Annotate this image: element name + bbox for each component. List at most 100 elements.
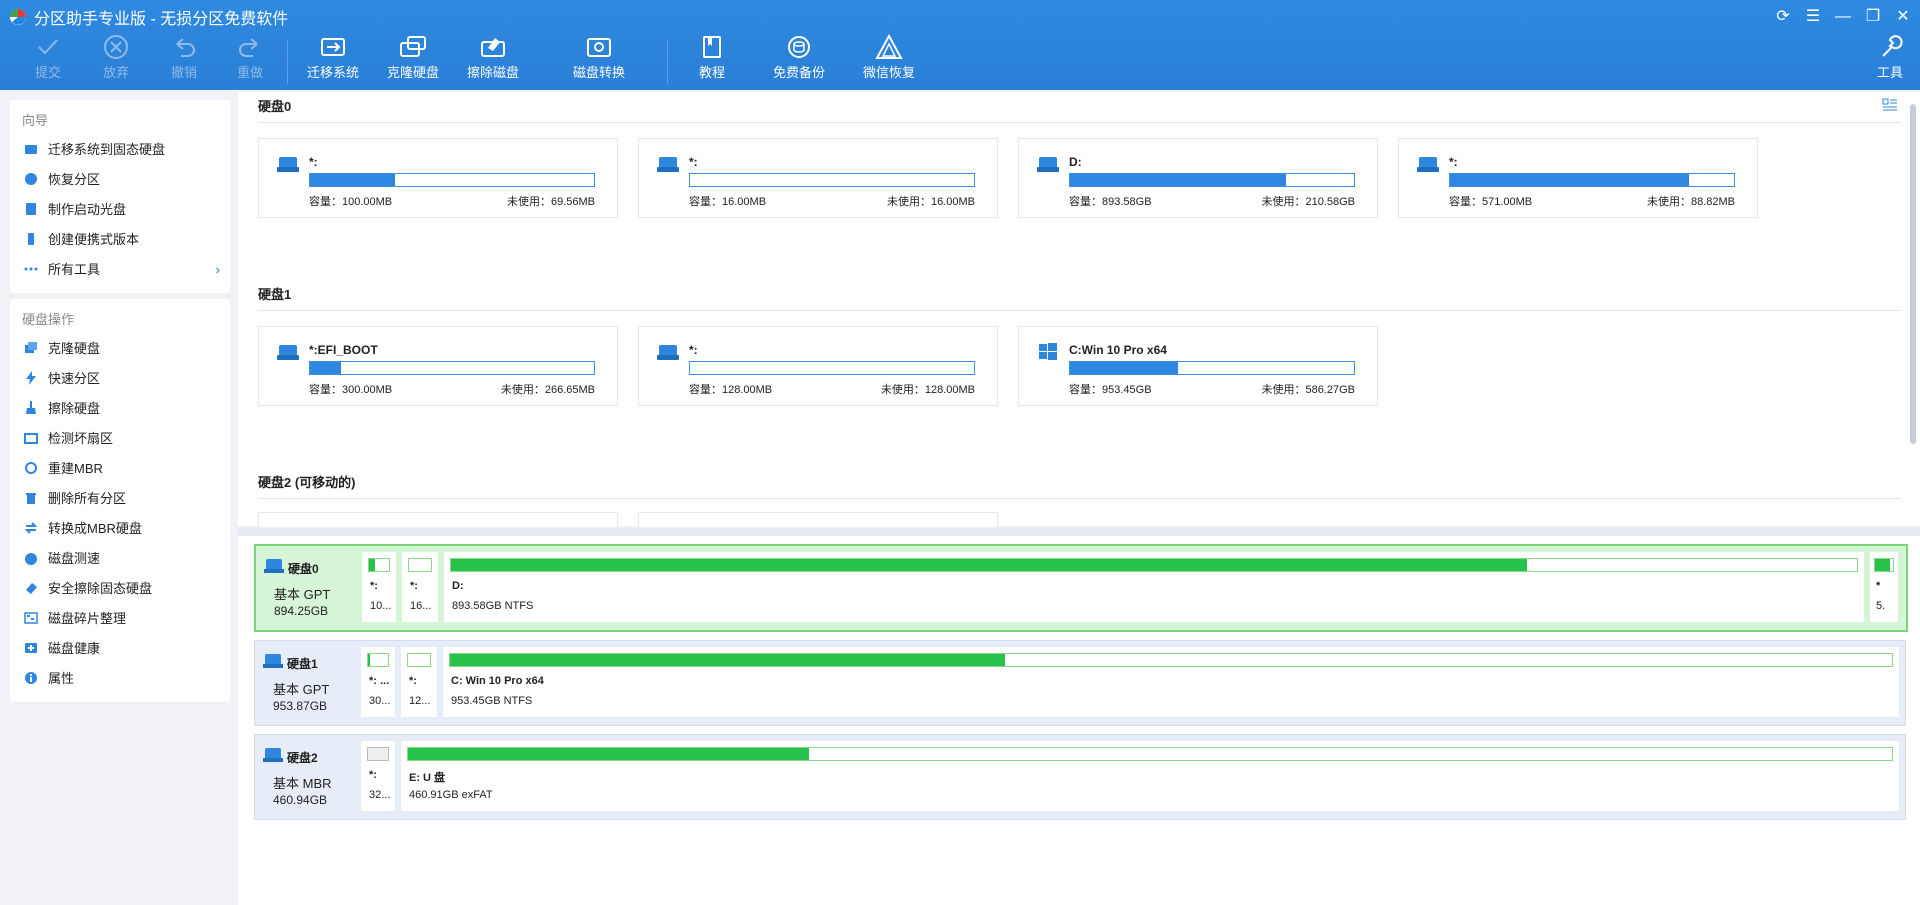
sidebar-item-label: 属性 — [48, 671, 75, 686]
partition-segment[interactable]: *: 10... — [362, 552, 396, 622]
disk-info: 硬盘2 基本 MBR 460.94GB — [263, 743, 353, 813]
sidebar-item-label: 制作启动光盘 — [48, 202, 127, 217]
sidebar-item-boot-disc[interactable]: 制作启动光盘 — [10, 195, 230, 225]
window-title: 分区助手专业版 - 无损分区免费软件 — [34, 11, 289, 28]
migrate-label: 迁移系统 — [306, 65, 359, 80]
restore-button[interactable]: ❐ — [1860, 6, 1886, 28]
unused-text: 未使用：88.82MB — [1646, 196, 1735, 208]
partition-name: *: — [309, 155, 318, 169]
segment-info: 460.91GB exFAT — [409, 789, 493, 801]
refresh-icon[interactable]: ⟳ — [1770, 6, 1796, 28]
sidebar-item-clone-disk[interactable]: 克隆硬盘 — [10, 334, 230, 364]
partition-name: *: — [1449, 155, 1458, 169]
sidebar-item-label: 擦除硬盘 — [48, 401, 101, 416]
migrate-os-button[interactable]: 迁移系统 — [306, 34, 360, 86]
partition-segment[interactable]: *: 32... — [361, 741, 395, 811]
partition-card[interactable]: *: 容量：128.00MB 未使用：128.00MB — [638, 326, 998, 406]
partition-segment[interactable]: *: ... 30... — [361, 647, 395, 717]
segment-info: 893.58GB NTFS — [452, 600, 534, 612]
partition-card[interactable]: *: 容量：16.00MB 未使用：16.00MB — [638, 138, 998, 218]
sidebar-item-properties[interactable]: 属性 — [10, 664, 230, 694]
sidebar-item-secure-erase[interactable]: 安全擦除固态硬盘 — [10, 574, 230, 604]
migrate-disk-icon — [321, 38, 345, 56]
partition-segment[interactable]: E: U 盘 460.91GB exFAT — [401, 741, 1899, 811]
partition-name: C:Win 10 Pro x64 — [1069, 343, 1167, 357]
usage-fill — [451, 559, 1527, 571]
sidebar-item-all-tools[interactable]: 所有工具 › — [10, 255, 230, 285]
sidebar-item-convert-mbr[interactable]: 转换成MBR硬盘 — [10, 514, 230, 544]
wrench-icon — [1882, 35, 1903, 57]
redo-button[interactable]: 重做 — [230, 34, 270, 86]
partition-card[interactable]: *:EFI_BOOT 容量：300.00MB 未使用：266.65MB — [258, 326, 618, 406]
capacity-text: 容量：953.45GB — [1069, 384, 1152, 396]
sidebar-item-disk-health[interactable]: 磁盘健康 — [10, 634, 230, 664]
partition-segment[interactable]: D: 893.58GB NTFS — [444, 552, 1864, 622]
windows-icon — [1039, 343, 1057, 360]
partition-card[interactable] — [258, 512, 618, 527]
partition-card[interactable]: D: 容量：893.58GB 未使用：210.58GB — [1018, 138, 1378, 218]
disk-info: 硬盘1 基本 GPT 953.87GB — [263, 649, 353, 719]
disk-row[interactable]: 硬盘0 基本 GPT 894.25GB *: 10... *: 16... D:… — [254, 544, 1908, 632]
sidebar-item-disk-speed[interactable]: 磁盘测速 — [10, 544, 230, 574]
partition-segment[interactable]: C: Win 10 Pro x64 953.45GB NTFS — [443, 647, 1899, 717]
sidebar: 向导 迁移系统到固态硬盘 恢复分区 制作启动光盘 创建便携式版本 所有工具 › … — [10, 100, 230, 708]
wechat-recovery-button[interactable]: 微信恢复 — [862, 34, 916, 86]
partition-card[interactable]: *: 容量：100.00MB 未使用：69.56MB — [258, 138, 618, 218]
pane-splitter[interactable] — [238, 528, 1920, 536]
partition-segment[interactable]: *: 12... — [401, 647, 437, 717]
wipe-disk-button[interactable]: 擦除磁盘 — [466, 34, 520, 86]
disk2-heading: 硬盘2 (可移动的) — [258, 475, 356, 490]
sidebar-item-portable[interactable]: 创建便携式版本 — [10, 225, 230, 255]
vertical-scrollbar[interactable] — [1910, 104, 1916, 444]
tools-button[interactable]: 工具 — [1872, 34, 1908, 86]
usage-bar — [408, 558, 432, 572]
menu-icon[interactable]: ☰ — [1800, 6, 1826, 28]
disk1-heading: 硬盘1 — [258, 287, 292, 302]
usage-bar — [309, 361, 595, 375]
disk-size: 953.87GB — [273, 699, 328, 713]
clone-disk-button[interactable]: 克隆硬盘 — [386, 34, 440, 86]
close-button[interactable]: ✕ — [1890, 6, 1916, 28]
capacity-text: 容量：893.58GB — [1069, 196, 1152, 208]
disk-size: 460.94GB — [273, 793, 328, 807]
sidebar-item-defrag[interactable]: 磁盘碎片整理 — [10, 604, 230, 634]
disk-ops-heading: 硬盘操作 — [22, 312, 75, 327]
disk-ops-group: 硬盘操作 克隆硬盘 快速分区 擦除硬盘 检测坏扇区 重建MBR 删除所有分区 转… — [10, 299, 230, 702]
disk-row[interactable]: 硬盘1 基本 GPT 953.87GB *: ... 30... *: 12..… — [254, 640, 1906, 726]
unused-text: 未使用：266.65MB — [500, 384, 595, 396]
trash-icon — [26, 493, 36, 504]
sidebar-item-bad-sectors[interactable]: 检测坏扇区 — [10, 424, 230, 454]
usage-fill — [310, 362, 342, 374]
usage-bar — [368, 558, 390, 572]
tutorial-button[interactable]: 教程 — [692, 34, 732, 86]
sidebar-item-quick-partition[interactable]: 快速分区 — [10, 364, 230, 394]
minimize-button[interactable]: — — [1830, 6, 1856, 28]
sidebar-item-recover-partition[interactable]: 恢复分区 — [10, 165, 230, 195]
sidebar-item-migrate-ssd[interactable]: 迁移系统到固态硬盘 — [10, 135, 230, 165]
partition-card[interactable] — [638, 512, 998, 527]
book-icon — [703, 36, 721, 58]
partition-segment[interactable]: * 5. — [1870, 552, 1898, 622]
partition-card[interactable]: C:Win 10 Pro x64 容量：953.45GB 未使用：586.27G… — [1018, 326, 1378, 406]
scan-icon — [24, 433, 38, 444]
view-toggle-icon[interactable] — [1882, 98, 1898, 114]
convert-disk-button[interactable]: 磁盘转换 — [572, 34, 626, 86]
segment-info: 953.45GB NTFS — [451, 695, 533, 707]
convert-icon — [24, 522, 38, 534]
sidebar-item-rebuild-mbr[interactable]: 重建MBR — [10, 454, 230, 484]
commit-button[interactable]: 提交 — [28, 34, 68, 86]
disk-row[interactable]: 硬盘2 基本 MBR 460.94GB *: 32... E: U 盘 460.… — [254, 734, 1906, 820]
sidebar-item-delete-all[interactable]: 删除所有分区 — [10, 484, 230, 514]
disk-map-view: 硬盘0 基本 GPT 894.25GB *: 10... *: 16... D:… — [238, 536, 1920, 905]
segment-label: D: — [452, 580, 464, 592]
undo-button[interactable]: 撤销 — [164, 34, 204, 86]
unused-text: 未使用：16.00MB — [886, 196, 975, 208]
free-backup-button[interactable]: 免费备份 — [772, 34, 826, 86]
partition-card[interactable]: *: 容量：571.00MB 未使用：88.82MB — [1398, 138, 1758, 218]
discard-button[interactable]: 放弃 — [96, 34, 136, 86]
disk-name: 硬盘2 — [287, 751, 318, 765]
segment-label: *: — [409, 675, 417, 687]
partition-segment[interactable]: *: 16... — [402, 552, 438, 622]
sidebar-item-label: 恢复分区 — [48, 172, 101, 187]
sidebar-item-wipe-disk[interactable]: 擦除硬盘 — [10, 394, 230, 424]
